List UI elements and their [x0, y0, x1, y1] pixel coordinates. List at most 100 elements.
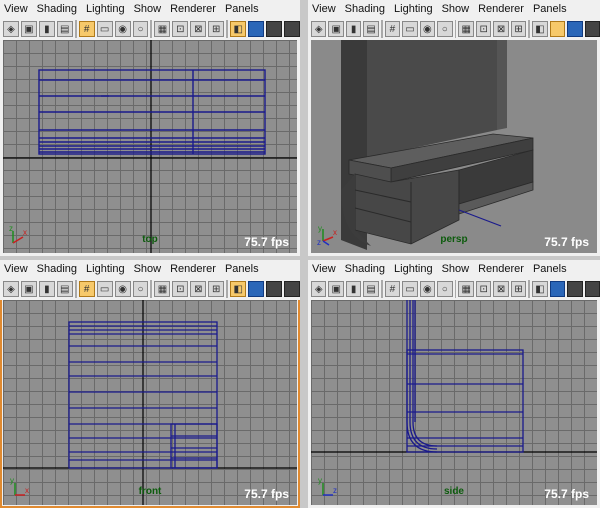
smooth-shade-icon[interactable]: ◧ [532, 21, 548, 37]
panel-top[interactable]: View Shading Lighting Show Renderer Pane… [0, 0, 300, 256]
gate-mask-icon[interactable]: ○ [437, 281, 453, 297]
camera-attributes-icon[interactable]: ▣ [328, 21, 344, 37]
camera-attributes-icon[interactable]: ▣ [328, 281, 344, 297]
select-camera-icon[interactable]: ◈ [311, 281, 327, 297]
flat-shade-icon[interactable] [549, 281, 566, 297]
viewport-front[interactable]: y x front 75.7 fps [3, 300, 297, 505]
menu-show[interactable]: Show [442, 263, 470, 275]
flat-shade-icon[interactable] [248, 281, 265, 297]
xray-icon[interactable] [284, 21, 300, 37]
film-gate-icon[interactable]: ▭ [402, 21, 418, 37]
bookmark-icon[interactable]: ▮ [345, 21, 362, 37]
safe-action-icon[interactable]: ⊡ [172, 21, 189, 37]
wireframe-icon[interactable]: ⊞ [510, 21, 527, 37]
xray-icon[interactable] [284, 281, 300, 297]
flat-shade-icon[interactable] [549, 21, 566, 37]
safe-action-icon[interactable]: ⊡ [172, 281, 189, 297]
viewport-top[interactable]: x z top 75.7 fps [3, 40, 297, 253]
resolution-gate-icon[interactable]: ◉ [114, 281, 131, 297]
menu-shading[interactable]: Shading [345, 3, 385, 15]
menu-panels[interactable]: Panels [533, 263, 567, 275]
panel-side[interactable]: View Shading Lighting Show Renderer Pane… [308, 260, 600, 508]
menu-renderer[interactable]: Renderer [170, 263, 216, 275]
smooth-shade-icon[interactable]: ◧ [230, 281, 247, 297]
grid-icon[interactable]: # [384, 21, 401, 37]
gate-mask-icon[interactable]: ○ [132, 21, 149, 37]
separator [226, 280, 229, 298]
menu-view[interactable]: View [312, 3, 336, 15]
wireframe-icon[interactable]: ⊞ [208, 281, 225, 297]
camera-attributes-icon[interactable]: ▣ [20, 281, 37, 297]
select-camera-icon[interactable]: ◈ [3, 21, 19, 37]
resolution-gate-icon[interactable]: ◉ [419, 21, 436, 37]
menu-show[interactable]: Show [134, 263, 162, 275]
bookmark-icon[interactable]: ▮ [345, 281, 362, 297]
safe-action-icon[interactable]: ⊡ [475, 21, 492, 37]
wireframe-icon[interactable]: ⊞ [510, 281, 527, 297]
menu-panels[interactable]: Panels [225, 3, 259, 15]
safe-title-icon[interactable]: ⊠ [190, 281, 207, 297]
safe-title-icon[interactable]: ⊠ [190, 21, 207, 37]
xray-icon[interactable] [584, 281, 600, 297]
panel-toolbar: ◈ ▣ ▮ ▤ # ▭ ◉ ○ ▦ ⊡ ⊠ ⊞ ◧ [308, 18, 600, 40]
viewport-persp[interactable]: y x z persp 75.7 fps [311, 40, 597, 253]
panel-front[interactable]: View Shading Lighting Show Renderer Pane… [0, 260, 300, 508]
field-chart-icon[interactable]: ▦ [154, 21, 171, 37]
menu-lighting[interactable]: Lighting [86, 263, 125, 275]
menu-view[interactable]: View [4, 263, 28, 275]
field-chart-icon[interactable]: ▦ [458, 281, 474, 297]
menu-view[interactable]: View [4, 3, 28, 15]
menu-renderer[interactable]: Renderer [478, 3, 524, 15]
field-chart-icon[interactable]: ▦ [458, 21, 474, 37]
menu-shading[interactable]: Shading [37, 263, 77, 275]
menu-show[interactable]: Show [134, 3, 162, 15]
menu-renderer[interactable]: Renderer [170, 3, 216, 15]
safe-action-icon[interactable]: ⊡ [475, 281, 492, 297]
default-material-icon[interactable] [266, 281, 283, 297]
image-plane-icon[interactable]: ▤ [363, 281, 379, 297]
grid-icon[interactable]: # [78, 281, 95, 297]
menu-lighting[interactable]: Lighting [394, 263, 433, 275]
resolution-gate-icon[interactable]: ◉ [419, 281, 436, 297]
default-material-icon[interactable] [567, 21, 583, 37]
grid-icon[interactable]: # [78, 21, 95, 37]
menu-shading[interactable]: Shading [345, 263, 385, 275]
safe-title-icon[interactable]: ⊠ [493, 21, 509, 37]
image-plane-icon[interactable]: ▤ [56, 281, 73, 297]
resolution-gate-icon[interactable]: ◉ [114, 21, 131, 37]
gate-mask-icon[interactable]: ○ [437, 21, 453, 37]
safe-title-icon[interactable]: ⊠ [493, 281, 509, 297]
panel-persp[interactable]: View Shading Lighting Show Renderer Pane… [308, 0, 600, 256]
panel-toolbar: ◈ ▣ ▮ ▤ # ▭ ◉ ○ ▦ ⊡ ⊠ ⊞ ◧ [0, 278, 300, 300]
menu-lighting[interactable]: Lighting [86, 3, 125, 15]
film-gate-icon[interactable]: ▭ [402, 281, 418, 297]
select-camera-icon[interactable]: ◈ [3, 281, 19, 297]
gate-mask-icon[interactable]: ○ [132, 281, 149, 297]
bookmark-icon[interactable]: ▮ [38, 281, 55, 297]
menu-show[interactable]: Show [442, 3, 470, 15]
default-material-icon[interactable] [567, 281, 583, 297]
smooth-shade-icon[interactable]: ◧ [532, 281, 548, 297]
menu-shading[interactable]: Shading [37, 3, 77, 15]
wireframe-icon[interactable]: ⊞ [208, 21, 225, 37]
grid-icon[interactable]: # [384, 281, 401, 297]
default-material-icon[interactable] [266, 21, 283, 37]
xray-icon[interactable] [584, 21, 600, 37]
film-gate-icon[interactable]: ▭ [96, 21, 113, 37]
smooth-shade-icon[interactable]: ◧ [230, 21, 247, 37]
menu-panels[interactable]: Panels [225, 263, 259, 275]
panel-menubar: View Shading Lighting Show Renderer Pane… [308, 0, 600, 18]
viewport-side[interactable]: y z side 75.7 fps [311, 300, 597, 505]
image-plane-icon[interactable]: ▤ [56, 21, 73, 37]
flat-shade-icon[interactable] [248, 21, 265, 37]
select-camera-icon[interactable]: ◈ [311, 21, 327, 37]
menu-panels[interactable]: Panels [533, 3, 567, 15]
menu-view[interactable]: View [312, 263, 336, 275]
bookmark-icon[interactable]: ▮ [38, 21, 55, 37]
image-plane-icon[interactable]: ▤ [363, 21, 379, 37]
menu-renderer[interactable]: Renderer [478, 263, 524, 275]
film-gate-icon[interactable]: ▭ [96, 281, 113, 297]
field-chart-icon[interactable]: ▦ [154, 281, 171, 297]
menu-lighting[interactable]: Lighting [394, 3, 433, 15]
camera-attributes-icon[interactable]: ▣ [20, 21, 37, 37]
